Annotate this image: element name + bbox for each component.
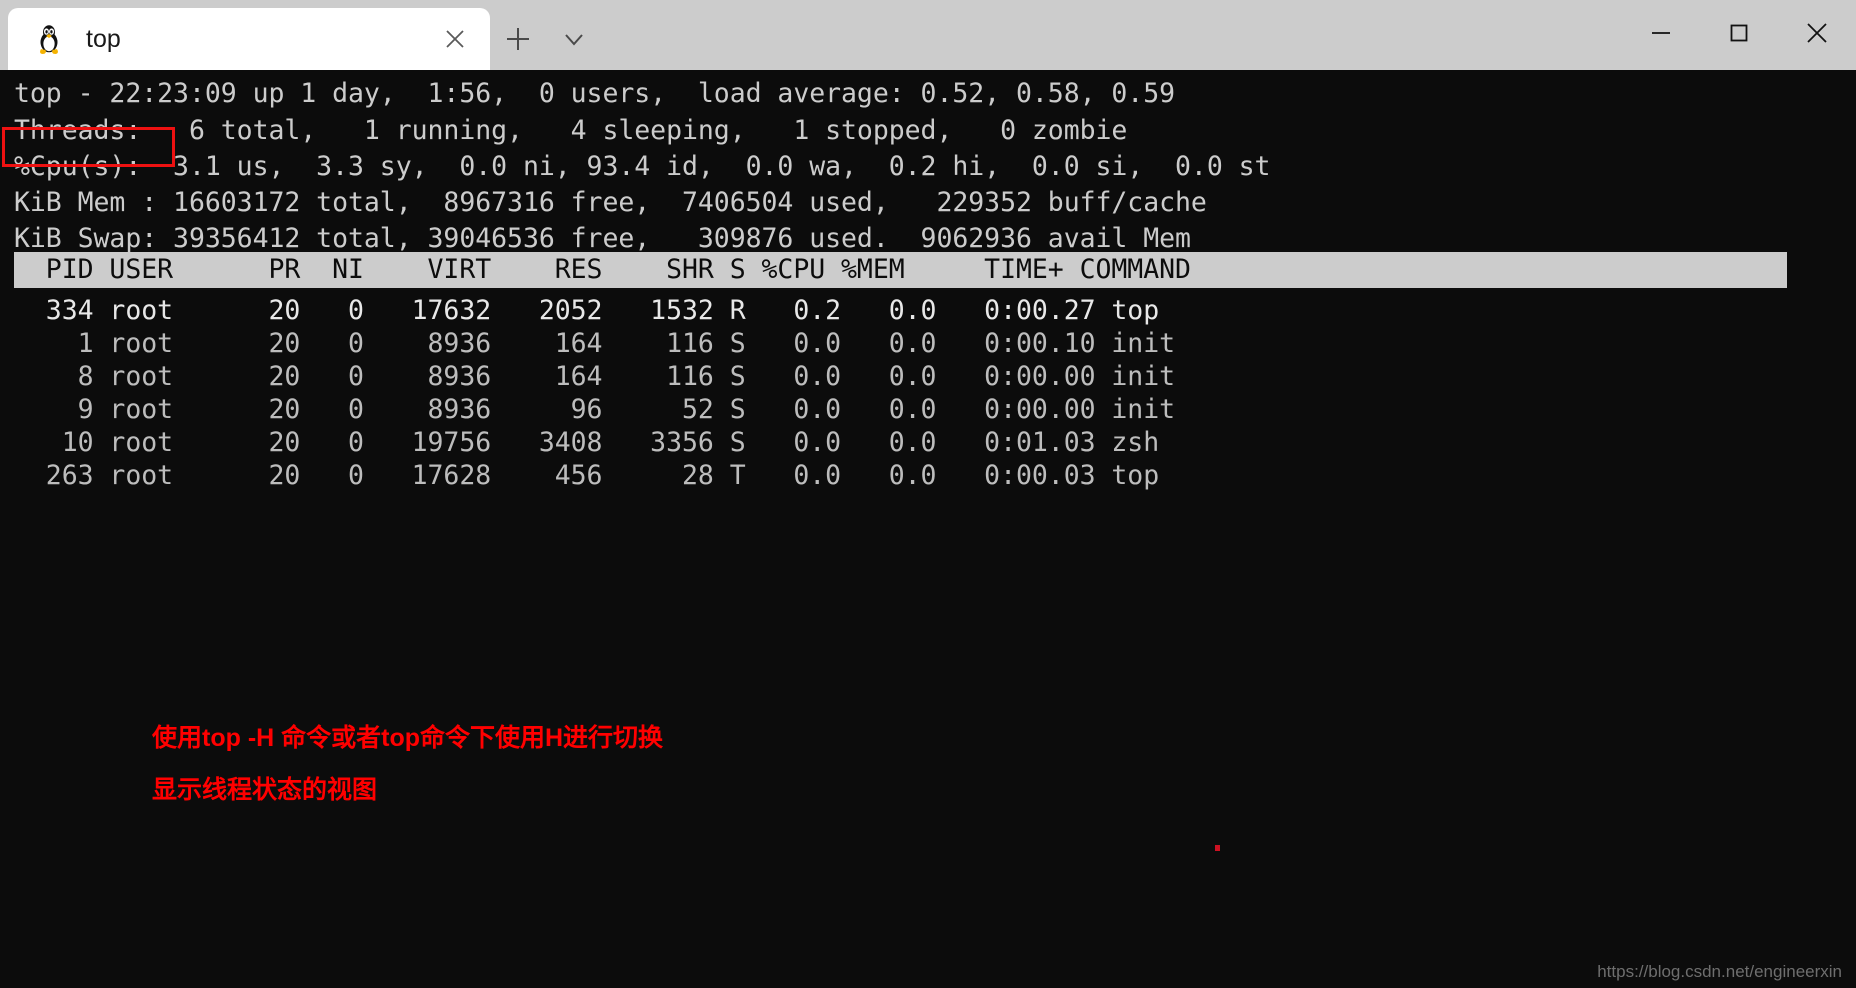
top-summary-uptime-line: top - 22:23:09 up 1 day, 1:56, 0 users, … bbox=[14, 78, 1176, 109]
close-icon bbox=[1807, 23, 1827, 43]
minimize-icon bbox=[1652, 32, 1670, 34]
top-summary-threads-line: Threads: 6 total, 1 running, 4 sleeping,… bbox=[14, 115, 1128, 146]
new-tab-button[interactable] bbox=[490, 8, 546, 70]
tab-title: top bbox=[86, 24, 121, 53]
maximize-button[interactable] bbox=[1700, 0, 1778, 66]
tab-top[interactable]: top bbox=[8, 8, 490, 70]
minimize-button[interactable] bbox=[1622, 0, 1700, 66]
linux-penguin-icon bbox=[40, 25, 58, 54]
tab-dropdown-button[interactable] bbox=[546, 8, 602, 70]
top-summary-mem-line: KiB Mem : 16603172 total, 8967316 free, … bbox=[14, 187, 1207, 218]
annotation-line-2: 显示线程状态的视图 bbox=[152, 776, 378, 804]
process-table-header: PID USER PR NI VIRT RES SHR S %CPU %MEM … bbox=[14, 252, 1787, 288]
window-controls bbox=[1622, 0, 1856, 70]
top-summary-cpu-line: %Cpu(s): 3.1 us, 3.3 sy, 0.0 ni, 93.4 id… bbox=[14, 151, 1271, 182]
watermark: https://blog.csdn.net/engineerxin bbox=[1597, 962, 1842, 981]
tab-strip: top bbox=[0, 0, 602, 70]
terminal-window: top top - 22:23:09 up 1 day, 1:56, 0 use… bbox=[0, 0, 1856, 988]
title-bar: top bbox=[0, 0, 1856, 70]
plus-icon bbox=[507, 28, 529, 50]
close-icon[interactable] bbox=[438, 22, 472, 56]
table-row: 263 root 20 0 17628 456 28 T 0.0 0.0 0:0… bbox=[14, 460, 1160, 491]
maximize-icon bbox=[1730, 24, 1748, 42]
annotation-line-1: 使用top -H 命令或者top命令下使用H进行切换 bbox=[152, 724, 664, 752]
close-window-button[interactable] bbox=[1778, 0, 1856, 66]
red-dot-artifact bbox=[1215, 845, 1220, 851]
terminal-screen[interactable]: top - 22:23:09 up 1 day, 1:56, 0 users, … bbox=[0, 70, 1856, 988]
chevron-down-icon bbox=[565, 34, 583, 46]
